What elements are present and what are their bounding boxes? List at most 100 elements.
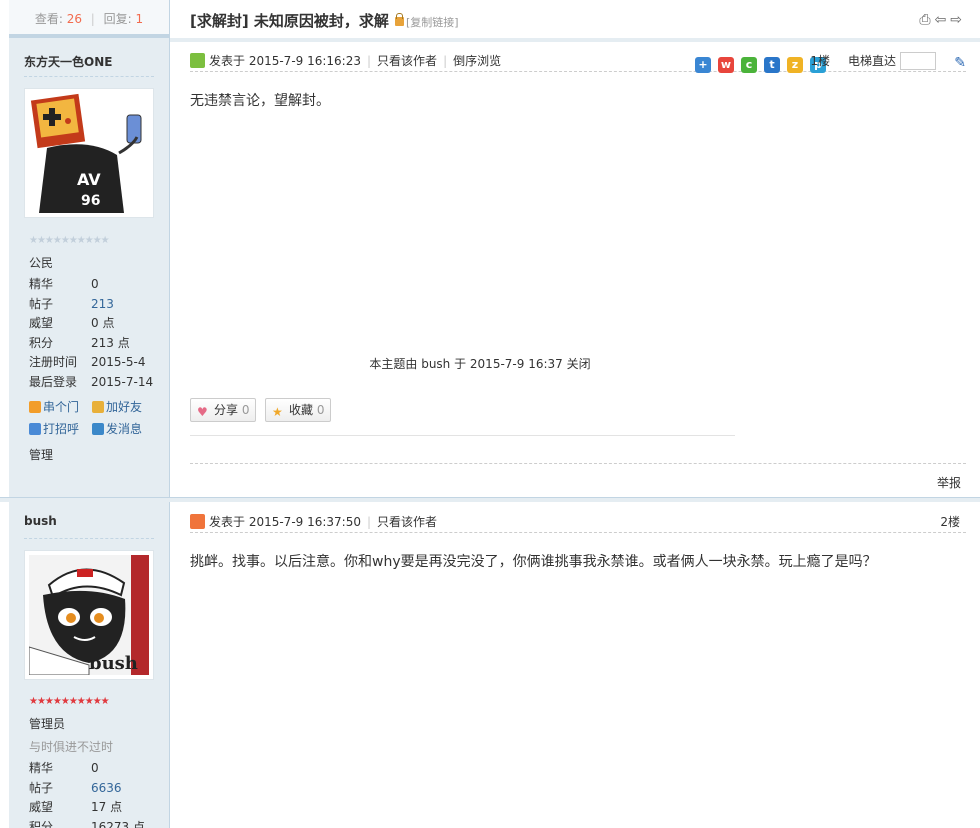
user-stat-value: 2015-7-14 <box>91 374 154 389</box>
post-head-1: 发表于 2015-7-9 16:16:23 | 只看该作者 | 倒序浏览 + w c t z p … <box>190 50 966 75</box>
views-label: 查看: <box>34 12 63 26</box>
user-stat-value: 0 点 <box>91 316 115 330</box>
greet-button[interactable]: 打招呼 <box>29 418 92 440</box>
user-stat-row: 精华 0 <box>29 275 159 294</box>
user-stat-row: 帖子 213 <box>29 295 159 314</box>
post-content-2: 挑衅。找事。以后注意。你和why要是再没完没了，你俩谁挑事我永禁谁。或者俩人一块… <box>190 554 877 570</box>
post-divider <box>190 463 966 464</box>
post-time-2: 发表于 2015-7-9 16:37:50 <box>209 515 361 529</box>
wrench-icon[interactable]: ✎ <box>954 52 966 74</box>
floor-number-1: 1楼 <box>810 54 830 68</box>
user-stat-label: 注册时间 <box>29 355 78 369</box>
user-stat-value: 16273 点 <box>91 819 145 828</box>
post-separator <box>0 497 980 502</box>
handshake-icon <box>92 401 104 413</box>
user-stat-row: 帖子 6636 <box>29 779 159 798</box>
floor-number-2: 2楼 <box>940 515 960 529</box>
floor-jump-input[interactable] <box>900 52 936 70</box>
user-stat-row: 积分 213 点 <box>29 334 159 353</box>
next-thread-icon[interactable]: ⇨ <box>950 12 966 28</box>
user-actions-1: 串个门 加好友 打招呼 发消息 <box>29 396 159 440</box>
weibo-icon[interactable]: w <box>718 57 734 73</box>
send-message-button[interactable]: 发消息 <box>92 418 155 440</box>
user-stat-value: 2015-5-4 <box>91 355 146 369</box>
only-author-link-2[interactable]: 只看该作者 <box>377 515 437 529</box>
offline-user-icon <box>190 514 205 529</box>
user-stat-label: 积分 <box>29 335 54 350</box>
star-icon: ★ <box>272 405 283 419</box>
author-name-2[interactable]: bush <box>24 514 57 528</box>
user-group-2[interactable]: 管理员 <box>29 715 65 732</box>
user-stat-label: 威望 <box>29 316 54 330</box>
user-stat-value: 0 <box>91 761 99 775</box>
author-name-1[interactable]: 东方天一色ONE <box>24 53 112 70</box>
share-plus-icon[interactable]: + <box>695 57 711 73</box>
copy-link-button[interactable]: [复制链接] <box>406 16 459 29</box>
avatar-1-text-2: 96 <box>81 193 100 209</box>
floor-jump: 电梯直达 <box>848 50 936 72</box>
user-stat-row: 积分 16273 点 <box>29 818 159 828</box>
user-stat-label: 精华 <box>29 761 54 775</box>
post-content-1: 无违禁言论，望解封。 <box>190 93 330 109</box>
views-count: 26 <box>66 12 82 26</box>
thread-stats: 查看: 26 | 回复: 1 <box>9 0 169 38</box>
rank-stars-1: ★★★★★★★★★★ <box>29 235 110 246</box>
user-stat-label: 积分 <box>29 819 54 828</box>
user-stat-row: 注册时间 2015-5-4 <box>29 353 159 372</box>
author-divider <box>24 538 154 539</box>
thread-title-bar: [求解封] 未知原因被封，求解 [复制链接] <box>190 10 459 32</box>
author-sidebar: 查看: 26 | 回复: 1 东方天一色ONE AV 96 ★★★★★★★★★★ <box>9 0 170 828</box>
user-stat-label: 威望 <box>29 800 54 814</box>
user-stat-label: 帖子 <box>29 296 54 311</box>
user-stat-row: 威望 17 点 <box>29 798 159 817</box>
manage-link[interactable]: 管理 <box>29 446 53 463</box>
user-title-2: 与时俱进不过时 <box>29 740 114 754</box>
add-friend-button[interactable]: 加好友 <box>92 396 155 418</box>
title-divider <box>170 38 980 42</box>
avatar-1-image: AV 96 <box>29 93 149 213</box>
avatar-1[interactable]: AV 96 <box>24 88 154 218</box>
share-button[interactable]: ♥ 分享 0 <box>190 398 257 422</box>
poke-icon <box>29 423 41 435</box>
home-icon <box>29 401 41 413</box>
tieba-icon[interactable]: t <box>764 57 780 73</box>
only-author-link-1[interactable]: 只看该作者 <box>377 54 437 68</box>
lock-icon <box>394 13 404 26</box>
avatar-2-text: bush <box>89 653 138 674</box>
avatar-1-text-1: AV <box>77 170 101 189</box>
replies-count: 1 <box>135 12 144 26</box>
user-stat-value[interactable]: 6636 <box>91 781 122 795</box>
mail-icon <box>92 423 104 435</box>
stats-divider: | <box>90 12 95 26</box>
rank-stars-2: ★★★★★★★★★★ <box>29 696 110 707</box>
thread-title: [求解封] 未知原因被封，求解 <box>190 12 389 30</box>
user-stat-row: 精华 0 <box>29 759 159 778</box>
online-user-icon <box>190 53 205 68</box>
visit-button[interactable]: 串个门 <box>29 396 92 418</box>
avatar-2-image: bush <box>29 555 149 675</box>
replies-label: 回复: <box>103 12 132 26</box>
post-divider <box>190 435 735 436</box>
user-stat-label: 最后登录 <box>29 374 78 389</box>
print-icon[interactable]: ⎙ <box>919 12 934 28</box>
author-divider <box>24 76 154 77</box>
reverse-order-link[interactable]: 倒序浏览 <box>453 54 501 68</box>
share-icons: + w c t z p <box>688 53 826 75</box>
avatar-2[interactable]: bush <box>24 550 154 680</box>
user-group-1[interactable]: 公民 <box>29 254 53 271</box>
post-head-2: 发表于 2015-7-9 16:37:50 | 只看该作者 2楼 <box>190 511 966 533</box>
user-stat-value: 0 <box>91 277 99 291</box>
report-link[interactable]: 举报 <box>937 474 961 491</box>
favorite-button[interactable]: ★ 收藏 0 <box>265 398 332 422</box>
user-stat-label: 帖子 <box>29 780 54 795</box>
wechat-icon[interactable]: c <box>741 57 757 73</box>
user-stat-value[interactable]: 213 <box>91 297 114 311</box>
heart-icon: ♥ <box>197 405 208 419</box>
user-stat-value: 17 点 <box>91 800 123 814</box>
user-stat-value: 213 点 <box>91 335 130 350</box>
user-stat-row: 威望 0 点 <box>29 314 159 333</box>
qzone-icon[interactable]: z <box>787 57 803 73</box>
user-stat-row: 最后登录 2015-7-14 <box>29 373 159 392</box>
user-stat-label: 精华 <box>29 277 54 291</box>
prev-thread-icon[interactable]: ⇦ <box>935 12 951 28</box>
